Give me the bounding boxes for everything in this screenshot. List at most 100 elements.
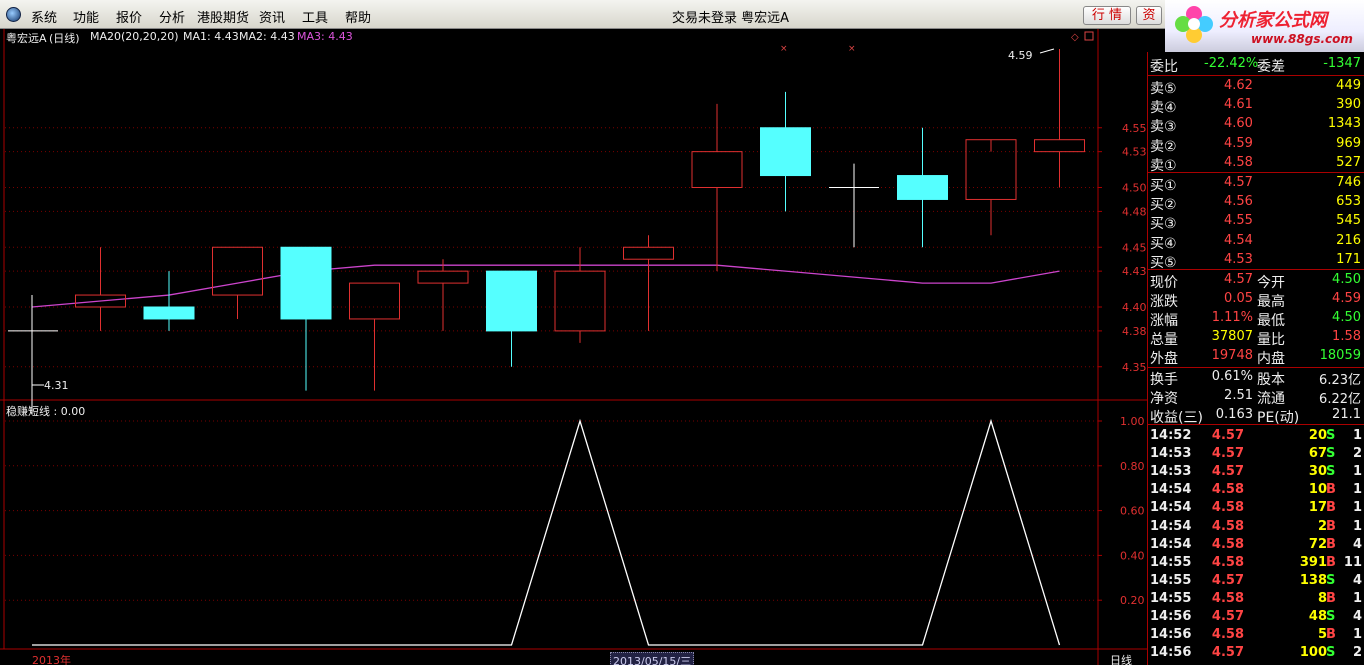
menu-function[interactable]: 功能 (73, 7, 99, 26)
candle-up (691, 151, 743, 188)
menu-quote[interactable]: 报价 (116, 7, 142, 26)
quote-panel: 委比 -22.42% 委差 -1347 卖⑤ 4.62 449 卖④ 4.61 390 卖③… (1147, 52, 1364, 665)
ask-volume: 1343 (1327, 116, 1361, 132)
footer-period[interactable]: 日线 (1110, 652, 1132, 665)
tick-price: 4.58 (1211, 627, 1244, 643)
price-axis-label: 4.43 (1122, 265, 1147, 278)
tick-time: 14:55 (1150, 572, 1192, 588)
indicator-axis-label: 0.40 (1120, 549, 1145, 562)
ask-row: 卖② 4.59 969 (1148, 135, 1364, 155)
tick-time: 14:53 (1150, 446, 1192, 462)
candle-up (623, 246, 674, 260)
menu-system[interactable]: 系统 (31, 7, 57, 26)
tick-volume: 100 (1299, 645, 1327, 661)
tick-side: B (1326, 482, 1336, 498)
ma3-label: MA3: 4.43 (297, 30, 353, 43)
footer-date: 2013/05/15/三 (610, 652, 695, 665)
tick-side: S (1326, 464, 1336, 480)
weibi-row: 委比 -22.42% 委差 -1347 (1148, 55, 1364, 75)
stat-row: 涨幅 1.11% 最低 4.50 (1148, 309, 1364, 329)
brand-banner: 分析家公式网 www.88gs.com (1165, 0, 1364, 52)
tick-count: 1 (1352, 500, 1362, 516)
tick-price: 4.57 (1211, 572, 1244, 588)
stat-label: 最低 (1257, 313, 1285, 329)
stat-label: 最高 (1257, 294, 1285, 310)
tick-row: 14:55 4.58 8 B 1 (1148, 590, 1364, 608)
fund-label: 换手 (1150, 372, 1178, 388)
tick-row: 14:55 4.58 391 B 11 (1148, 554, 1364, 572)
tick-price: 4.58 (1211, 590, 1244, 606)
tick-time: 14:56 (1150, 645, 1192, 661)
stat-value: 4.50 (1332, 272, 1361, 287)
tick-time: 14:56 (1150, 609, 1192, 624)
high-arrow (1039, 48, 1055, 54)
tick-row: 14:55 4.57 138 S 4 (1148, 572, 1364, 590)
stat-value: 1.11% (1211, 310, 1253, 325)
window-title: 交易未登录 粤宏远A (672, 11, 790, 26)
candle-down (897, 175, 948, 200)
price-axis-label: 4.40 (1122, 301, 1147, 314)
stat-row: 外盘 19748 内盘 18059 (1148, 347, 1364, 367)
fund-value: 0.61% (1211, 369, 1253, 384)
bid-price: 4.53 (1224, 251, 1253, 267)
ask-label: 卖② (1150, 138, 1177, 155)
tick-side: B (1326, 627, 1336, 643)
weibi-value: -22.42% (1204, 56, 1259, 71)
bid-volume: 216 (1336, 232, 1361, 248)
tick-side: B (1326, 590, 1336, 606)
ask-volume: 390 (1336, 97, 1361, 113)
weicha-value: -1347 (1323, 56, 1361, 71)
quote-button[interactable]: 行 情 (1083, 6, 1131, 25)
tick-count: 2 (1352, 645, 1362, 661)
candle-down (760, 127, 811, 177)
tick-price: 4.58 (1211, 500, 1244, 516)
tick-count: 1 (1352, 518, 1362, 534)
candle-down (280, 246, 332, 320)
stat-label: 量比 (1257, 332, 1285, 348)
ma20-label: MA20(20,20,20) (90, 30, 179, 43)
stat-label: 现价 (1150, 275, 1178, 291)
tick-count: 1 (1352, 482, 1362, 498)
stat-row: 总量 37807 量比 1.58 (1148, 328, 1364, 348)
fund-row: 收益(三) 0.163 PE(动) 21.1 (1148, 406, 1364, 426)
panel-restore-icon (1084, 31, 1094, 41)
kline-chart[interactable]: 4.55 4.53 4.50 4.48 4.45 4.43 4.40 4.38 4.35 1.00… (0, 29, 1147, 665)
stat-value: 4.57 (1224, 272, 1253, 287)
weibi-label: 委比 (1150, 59, 1178, 75)
bid-volume: 653 (1336, 194, 1361, 210)
price-axis-label: 4.53 (1122, 146, 1147, 159)
tick-side: S (1326, 446, 1336, 462)
tick-price: 4.57 (1211, 446, 1244, 462)
tick-row: 14:56 4.58 5 B 1 (1148, 626, 1364, 644)
tick-time: 14:55 (1150, 590, 1192, 606)
stat-value: 37807 (1211, 329, 1253, 344)
fund-value: 2.51 (1224, 388, 1253, 403)
tick-price: 4.57 (1211, 464, 1244, 480)
cross-marker-1: × (780, 44, 788, 54)
stat-value: 18059 (1319, 348, 1361, 363)
tick-time: 14:54 (1150, 518, 1192, 534)
indicator-header: 稳赚短线 : 0.00 (6, 405, 86, 418)
tick-side: S (1326, 572, 1336, 588)
ask-volume: 527 (1336, 154, 1361, 170)
info-button[interactable]: 资 (1136, 6, 1162, 25)
fund-row: 净资 2.51 流通 6.22亿 (1148, 387, 1364, 407)
stat-value: 4.59 (1332, 291, 1361, 306)
menu-tools[interactable]: 工具 (302, 7, 328, 26)
menu-analysis[interactable]: 分析 (159, 7, 185, 26)
menu-help[interactable]: 帮助 (345, 7, 371, 26)
bid-price: 4.57 (1224, 175, 1253, 190)
price-axis-label: 4.45 (1122, 241, 1147, 254)
tick-price: 4.57 (1211, 645, 1244, 661)
bid-price: 4.54 (1224, 232, 1253, 248)
brand-name: 分析家公式网 (1219, 10, 1327, 31)
tick-time: 14:54 (1150, 536, 1192, 552)
app-logo-icon[interactable] (6, 7, 21, 22)
ask-price: 4.60 (1224, 116, 1253, 132)
tick-side: B (1326, 518, 1336, 534)
candle-up (349, 282, 400, 320)
menu-news[interactable]: 资讯 (259, 7, 285, 26)
ask-price: 4.58 (1224, 154, 1253, 170)
menu-hk-futures[interactable]: 港股期货 (197, 7, 249, 26)
period-label: (日线) (49, 32, 80, 45)
